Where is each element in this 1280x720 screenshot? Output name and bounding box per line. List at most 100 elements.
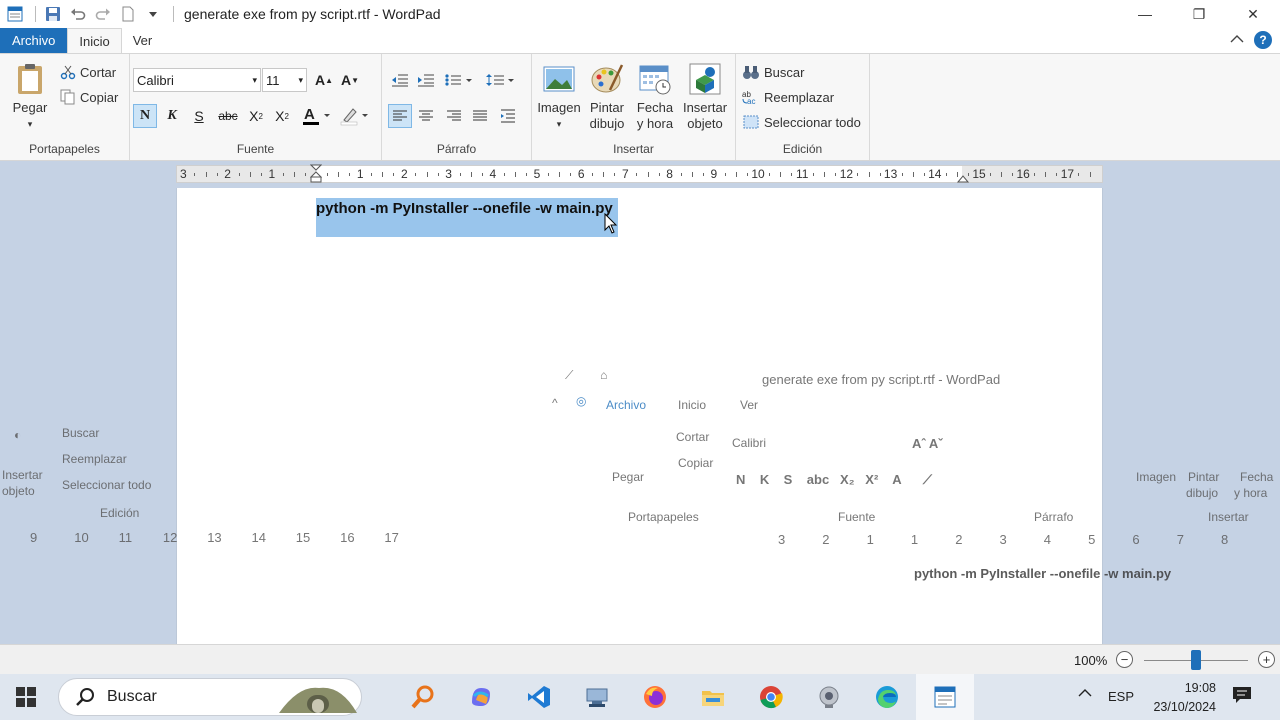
select-all-button[interactable]: Seleccionar todo <box>742 114 861 130</box>
ruler-tick <box>481 173 483 176</box>
ruler-number: 10 <box>751 167 765 181</box>
bold-button[interactable]: N <box>133 104 157 128</box>
paste-label: Pegar <box>12 100 48 115</box>
ruler-tick <box>780 172 782 177</box>
ruler-number: 9 <box>710 167 718 181</box>
align-center-button[interactable] <box>414 104 438 128</box>
insert-object-button[interactable]: Insertar objeto <box>680 62 730 132</box>
tray-clock[interactable]: 19:08 23/10/2024 <box>1138 679 1216 717</box>
ruler-tick <box>857 173 859 176</box>
ghost-ruler-number: 3 <box>999 532 1007 547</box>
ruler-tick <box>868 172 870 177</box>
qat-separator-2 <box>173 6 174 22</box>
collapse-ribbon-icon[interactable] <box>1230 33 1244 47</box>
insert-paint-drawing-button[interactable]: Pintar dibujo <box>584 62 630 132</box>
taskbar-edge-icon[interactable] <box>872 682 902 712</box>
strikethrough-button[interactable]: abc <box>216 104 240 128</box>
ghost-ruler-number: 10 <box>74 530 89 545</box>
superscript-button[interactable]: X2 <box>270 104 294 128</box>
taskbar-copilot-icon[interactable] <box>466 682 496 712</box>
ruler-tick <box>371 173 373 176</box>
taskbar-magnifier-app-icon[interactable] <box>408 682 438 712</box>
paste-button[interactable]: Pegar ▾ <box>10 62 50 132</box>
find-button[interactable]: Buscar <box>742 64 804 80</box>
cut-button[interactable]: Cortar <box>60 64 116 80</box>
ruler-tick <box>304 173 306 176</box>
line-spacing-button[interactable] <box>484 68 518 92</box>
ruler-tick <box>835 173 837 176</box>
ruler-number: 5 <box>533 167 541 181</box>
ghost-clipboard: Portapapeles <box>628 510 699 524</box>
copy-button[interactable]: Copiar <box>60 89 118 105</box>
taskbar-webcam-icon[interactable] <box>814 682 844 712</box>
windows-start-icon[interactable] <box>16 687 36 710</box>
minimize-button[interactable]: — <box>1118 0 1172 28</box>
ruler[interactable]: 3 2 1 1 2 3 4 5 6 7 8 9 10 11 12 13 14 15 16 17 <box>176 164 1103 184</box>
zoom-slider-thumb[interactable] <box>1191 650 1201 670</box>
text-color-button[interactable]: A <box>300 104 334 128</box>
bullet-list-button[interactable] <box>442 68 476 92</box>
taskbar-search-box[interactable]: Buscar <box>58 678 362 716</box>
tab-archivo[interactable]: Archivo <box>0 28 68 53</box>
tray-overflow-icon[interactable] <box>1078 686 1092 701</box>
highlight-button[interactable] <box>338 104 372 128</box>
indent-marker-icon[interactable] <box>310 164 322 184</box>
wordpad-app-icon[interactable] <box>4 3 26 25</box>
tab-ver[interactable]: Ver <box>122 28 164 53</box>
tray-date: 23/10/2024 <box>1153 700 1216 714</box>
insert-datetime-button[interactable]: Fecha y hora <box>632 62 678 132</box>
shrink-font-button[interactable]: A ▼ <box>338 68 362 92</box>
tray-language[interactable]: ESP <box>1108 689 1134 704</box>
maximize-button[interactable]: ❐ <box>1172 0 1226 28</box>
svg-text:A: A <box>304 106 315 123</box>
group-editing: Buscar ab ac Reemplazar Seleccionar todo … <box>736 54 870 160</box>
ruler-tick <box>791 173 793 176</box>
tab-inicio[interactable]: Inicio <box>67 28 122 53</box>
increase-indent-button[interactable] <box>414 68 438 92</box>
ruler-tick <box>813 173 815 176</box>
ghost-insert-2: objeto <box>2 484 35 498</box>
ghost-ruler-number: 2 <box>822 532 830 547</box>
taskbar-firefox-icon[interactable] <box>640 682 670 712</box>
font-family-select[interactable]: Calibri ▾ <box>133 68 261 92</box>
align-right-button[interactable] <box>442 104 466 128</box>
ruler-tick <box>901 173 903 176</box>
insert-image-button[interactable]: Imagen ▾ <box>536 62 582 132</box>
right-indent-marker-icon[interactable] <box>957 174 969 184</box>
paragraph-settings-button[interactable] <box>496 104 520 128</box>
clipboard-group-label: Portapapeles <box>29 142 100 156</box>
undo-icon[interactable] <box>67 3 89 25</box>
status-bar: 100% − + <box>0 644 1280 674</box>
taskbar-vscode-icon[interactable] <box>524 682 554 712</box>
taskbar-wordpad-icon[interactable] <box>930 682 960 712</box>
image-dropdown-icon[interactable]: ▾ <box>557 116 562 132</box>
taskbar-network-app-icon[interactable] <box>582 682 612 712</box>
taskbar-chrome-icon[interactable] <box>756 682 786 712</box>
font-size-select[interactable]: 11 ▾ <box>262 68 307 92</box>
replace-button[interactable]: ab ac Reemplazar <box>742 89 834 106</box>
redo-icon[interactable] <box>92 3 114 25</box>
selected-command-line[interactable]: python -m PyInstaller --onefile -w main.… <box>316 198 618 237</box>
close-button[interactable]: ✕ <box>1226 0 1280 28</box>
subscript-button[interactable]: X2 <box>244 104 268 128</box>
align-left-button[interactable] <box>388 104 412 128</box>
underline-button[interactable]: S <box>187 104 211 128</box>
italic-button[interactable]: K <box>160 104 184 128</box>
zoom-in-button[interactable]: + <box>1258 651 1275 668</box>
ghost-ruler-number: 2 <box>955 532 963 547</box>
window-controls: — ❐ ✕ <box>1118 0 1280 28</box>
grow-font-button[interactable]: A ▲ <box>312 68 336 92</box>
paste-dropdown-icon[interactable]: ▾ <box>28 116 33 132</box>
notifications-icon[interactable] <box>1232 686 1252 707</box>
save-icon[interactable] <box>42 3 64 25</box>
taskbar-file-explorer-icon[interactable] <box>698 682 728 712</box>
paragraph-settings-icon <box>501 109 515 123</box>
help-icon[interactable]: ? <box>1254 31 1272 49</box>
decrease-indent-button[interactable] <box>388 68 412 92</box>
justify-button[interactable] <box>468 104 492 128</box>
ruler-tick <box>746 173 748 176</box>
new-document-icon[interactable] <box>117 3 139 25</box>
customize-qat-icon[interactable] <box>142 3 164 25</box>
zoom-out-button[interactable]: − <box>1116 651 1133 668</box>
calendar-clock-icon <box>639 65 671 95</box>
